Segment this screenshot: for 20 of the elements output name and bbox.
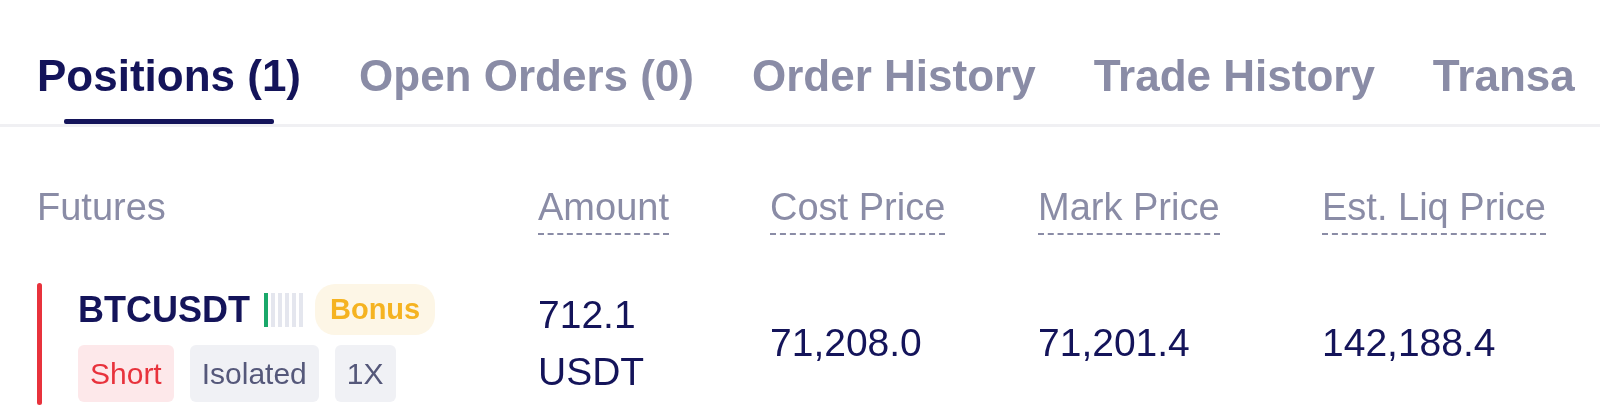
price-text: 71,201.4 xyxy=(1038,321,1190,365)
tag: Isolated xyxy=(189,344,319,402)
tab[interactable]: Order History xyxy=(752,0,1036,124)
amount-text: USDT xyxy=(538,348,646,395)
tab[interactable]: Open Orders (0) xyxy=(359,0,694,124)
amount-text: 712.1 xyxy=(538,292,637,339)
column-header: Futures xyxy=(37,185,166,230)
column-header: Mark Price xyxy=(1038,185,1220,235)
tab[interactable]: Transa xyxy=(1432,0,1575,124)
bonus-tag: Bonus xyxy=(315,283,436,336)
price-text: 142,188.4 xyxy=(1322,321,1496,365)
side-tag: Short xyxy=(78,344,174,402)
tag: 1X xyxy=(334,344,396,402)
price-text: 71,208.0 xyxy=(770,321,922,365)
tab[interactable]: Positions (1) xyxy=(37,0,302,124)
symbol: BTCUSDT xyxy=(78,287,250,332)
tab[interactable]: Trade History xyxy=(1093,0,1375,124)
column-header: Amount xyxy=(538,185,669,235)
column-header: Est. Liq Price xyxy=(1322,185,1546,235)
column-header: Cost Price xyxy=(770,185,946,235)
